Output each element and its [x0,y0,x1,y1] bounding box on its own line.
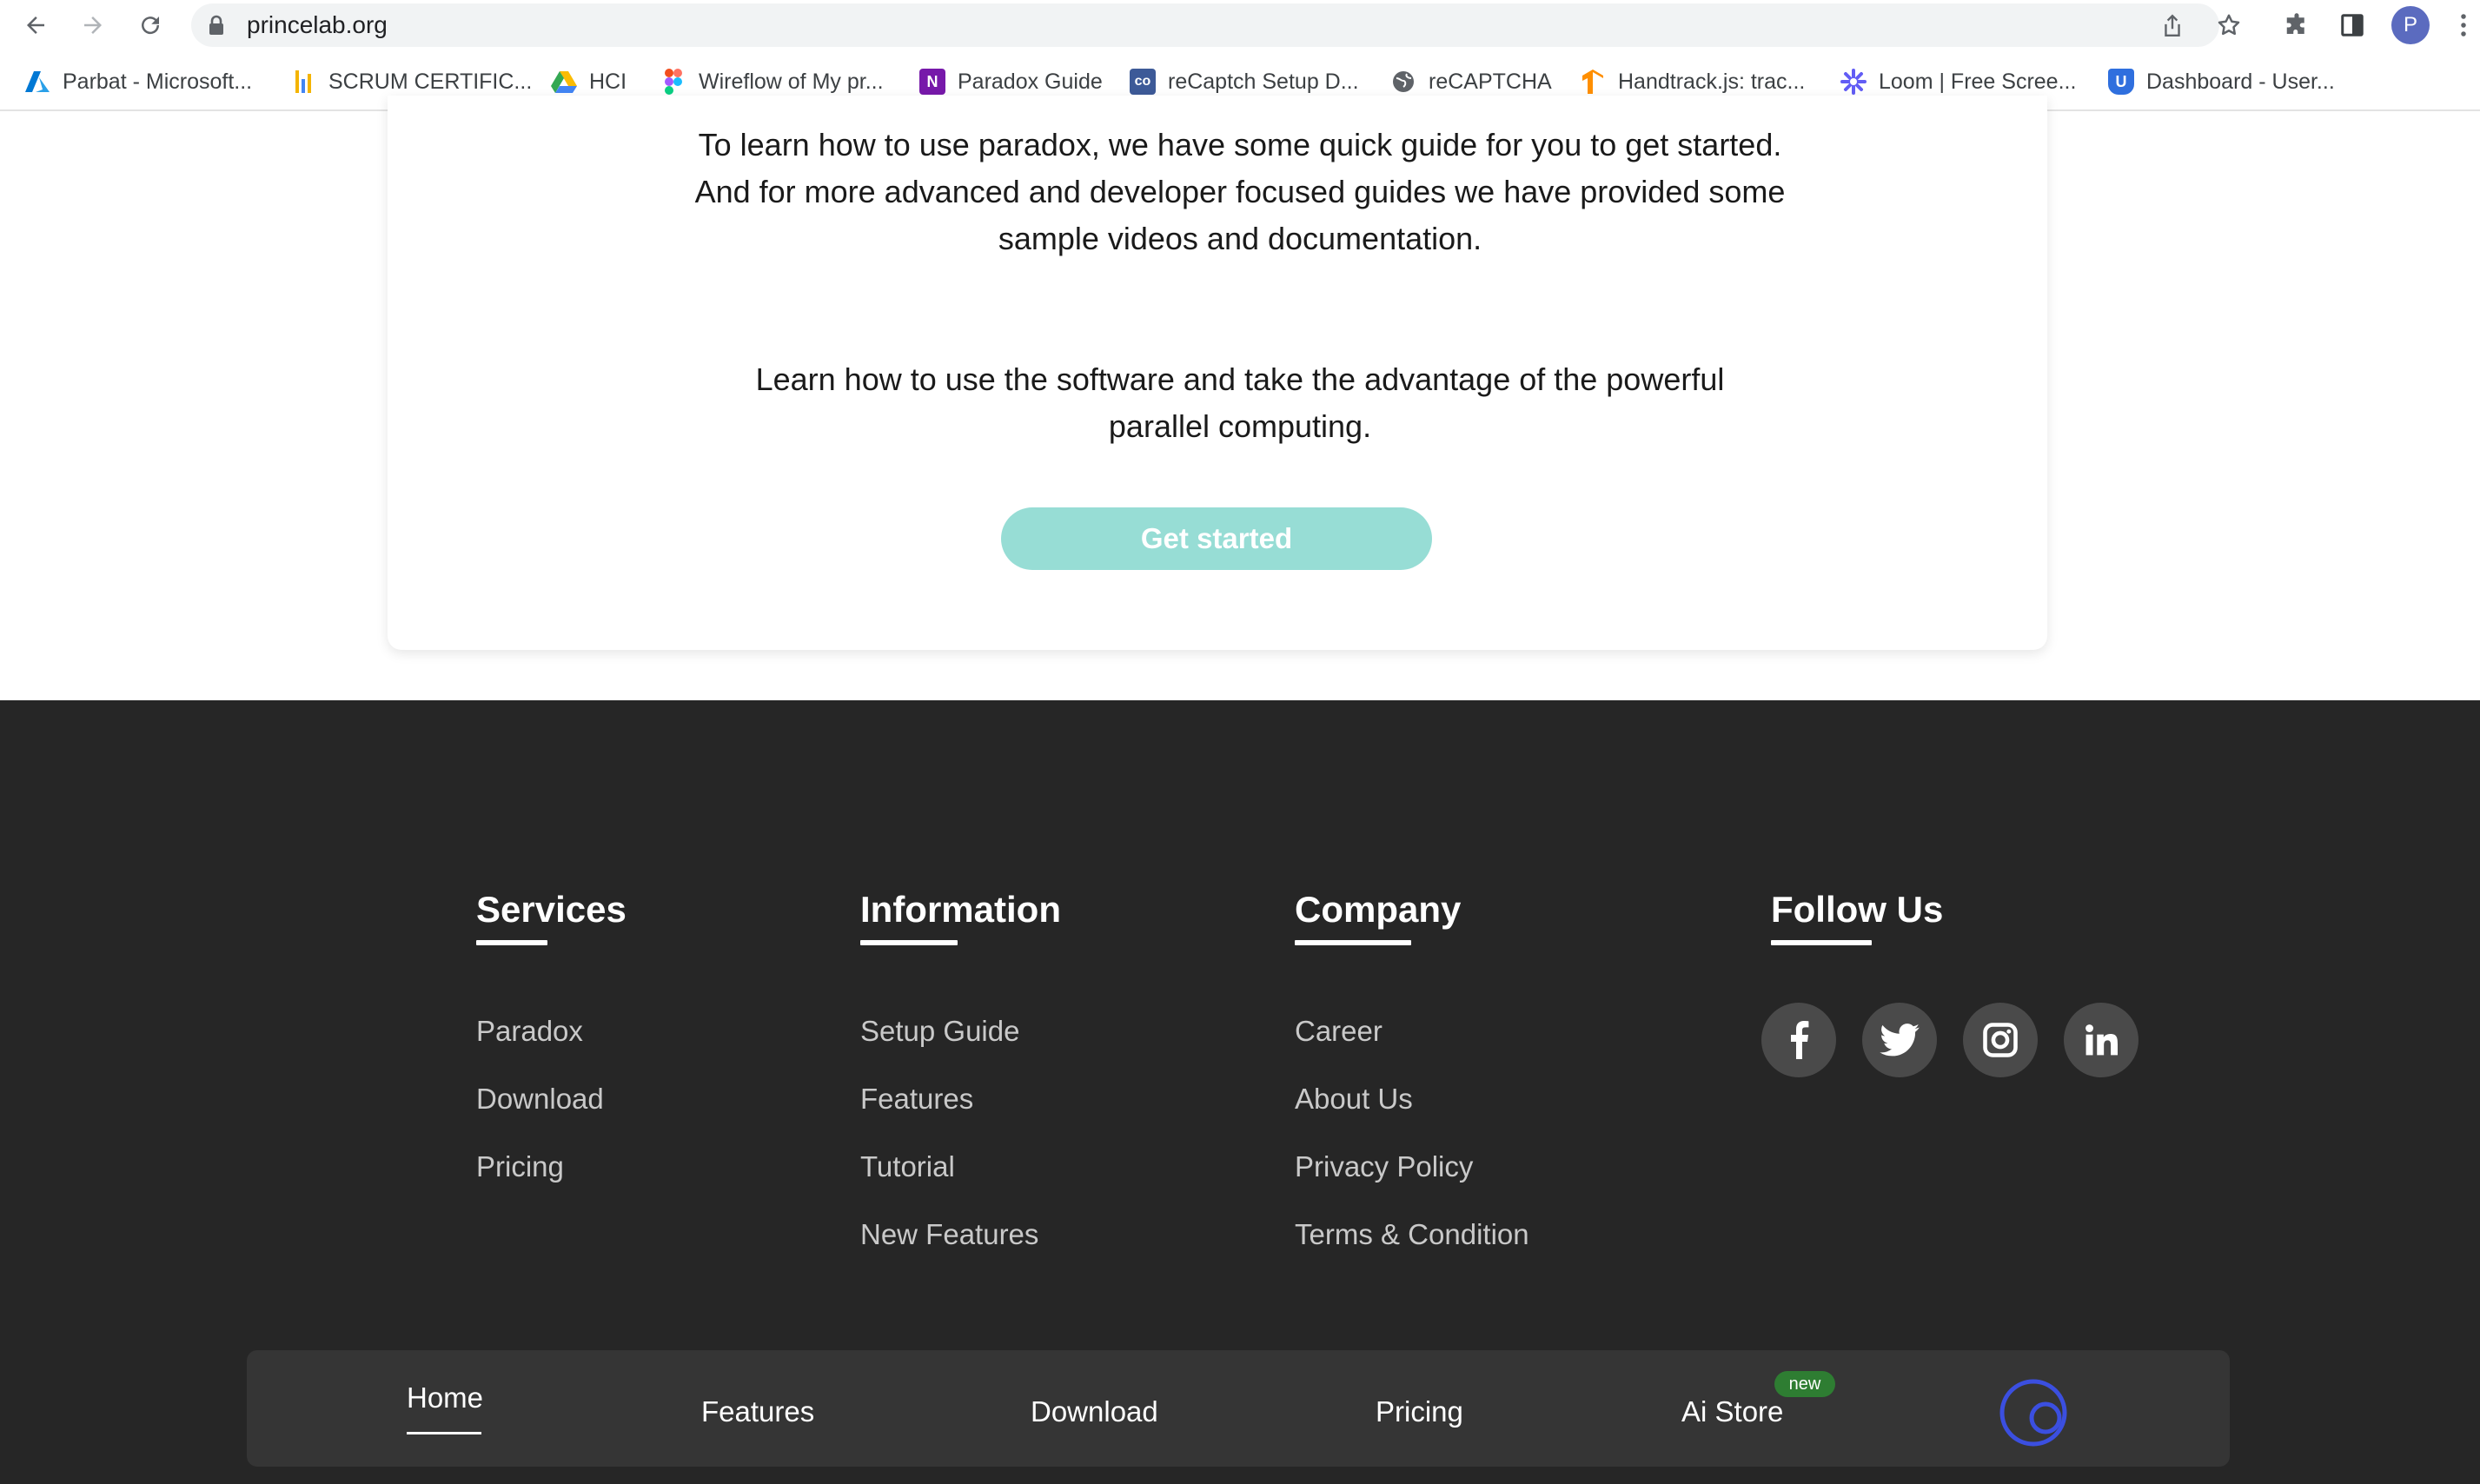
heading-underline [860,940,958,945]
bookmark-star-icon[interactable] [2212,9,2245,42]
nav-features[interactable]: Features [701,1395,814,1428]
nav-pricing[interactable]: Pricing [1376,1395,1463,1428]
footer-link-privacy-policy[interactable]: Privacy Policy [1295,1133,1529,1201]
instagram-icon[interactable] [1963,1003,2038,1077]
footer-link-about-us[interactable]: About Us [1295,1065,1529,1133]
bookmark-item[interactable]: Parbat - Microsoft... [24,66,252,97]
bookmark-label: Dashboard - User... [2146,69,2335,94]
address-bar[interactable]: princelab.org [191,3,2219,47]
intro-text-line: To learn how to use paradox, we have som… [698,127,1782,162]
link-icon: co [1130,69,1156,95]
bookmark-item[interactable]: SCRUM CERTIFIC... [290,66,532,97]
bookmark-label: Handtrack.js: trac... [1618,69,1806,94]
footer-column-company: Company Career About Us Privacy Policy T… [1295,888,1529,1269]
bookmark-label: reCAPTCHA [1429,69,1552,94]
active-nav-indicator [407,1432,481,1434]
nav-home[interactable]: Home [407,1381,483,1414]
footer-link-paradox[interactable]: Paradox [476,997,627,1065]
intro-text-line: Learn how to use the software and take t… [755,361,1725,397]
footer-link-new-features[interactable]: New Features [860,1201,1061,1269]
twitter-icon[interactable] [1862,1003,1937,1077]
bookmark-label: Wireflow of My pr... [699,69,884,94]
url-text: princelab.org [247,11,388,38]
back-arrow-icon [27,17,44,34]
footer-link-tutorial[interactable]: Tutorial [860,1133,1061,1201]
footer-link-setup-guide[interactable]: Setup Guide [860,997,1061,1065]
bookmark-label: Parbat - Microsoft... [63,69,253,94]
footer-column-information: Information Setup Guide Features Tutoria… [860,888,1061,1269]
bookmark-item[interactable]: N Paradox Guide [919,66,1103,97]
bottom-navigation [247,1350,2230,1467]
back-button[interactable] [17,7,54,43]
reload-button[interactable] [132,7,169,43]
bookmark-item[interactable]: Wireflow of My pr... [660,66,884,97]
footer-link-career[interactable]: Career [1295,997,1529,1065]
side-panel-icon[interactable] [2336,9,2369,42]
footer-column-services: Services Paradox Download Pricing [476,888,627,1201]
azure-icon [24,69,50,95]
reload-icon [142,17,160,35]
bookmark-label: HCI [589,69,627,94]
loom-icon [1840,69,1867,95]
lock-icon [207,15,226,40]
footer-heading: Follow Us [1771,889,1944,930]
tensorflow-icon [1580,69,1606,95]
bookmark-item[interactable]: U Dashboard - User... [2108,66,2335,97]
nav-download[interactable]: Download [1031,1395,1158,1428]
linkedin-icon[interactable] [2064,1003,2139,1077]
bookmark-label: reCaptch Setup D... [1168,69,1359,94]
google-drive-icon [551,69,577,95]
heading-underline [476,940,547,945]
bookmark-item[interactable]: Loom | Free Scree... [1840,66,2076,97]
footer-link-download[interactable]: Download [476,1065,627,1133]
footer-heading: Services [476,889,627,930]
intro-text-line: parallel computing. [1108,408,1372,444]
facebook-icon[interactable] [1761,1003,1836,1077]
onenote-icon: N [919,69,945,95]
forward-button[interactable] [75,7,111,43]
bookmark-label: SCRUM CERTIFIC... [328,69,533,94]
bookmark-item[interactable]: Handtrack.js: trac... [1580,66,1805,97]
chart-bars-icon [290,69,316,95]
footer-heading: Company [1295,889,1462,930]
shield-u-icon: U [2108,69,2134,95]
footer-heading: Information [860,889,1061,930]
new-badge: new [1774,1371,1835,1397]
heading-underline [1295,940,1411,945]
nav-ai-store[interactable]: Ai Store [1681,1395,1783,1428]
bookmark-item[interactable]: co reCaptch Setup D... [1130,66,1359,97]
footer-link-terms[interactable]: Terms & Condition [1295,1201,1529,1269]
globe-icon [1390,69,1416,95]
bookmark-label: Loom | Free Scree... [1879,69,2077,94]
get-started-button[interactable]: Get started [1001,507,1432,570]
figma-icon [660,69,686,95]
intro-text-line: And for more advanced and developer focu… [694,174,1786,209]
intro-text-line: sample videos and documentation. [998,221,1482,256]
bookmark-item[interactable]: reCAPTCHA [1390,66,1552,97]
forward-arrow-icon [84,17,102,34]
more-menu-icon[interactable] [2447,9,2480,42]
footer-link-pricing[interactable]: Pricing [476,1133,627,1201]
footer-column-follow: Follow Us [1771,888,1943,945]
bookmark-label: Paradox Guide [958,69,1103,94]
share-icon[interactable] [2157,10,2188,42]
profile-avatar[interactable]: P [2391,6,2430,44]
extensions-icon[interactable] [2280,9,2313,42]
browser-toolbar: princelab.org P [0,0,2480,50]
footer-link-features[interactable]: Features [860,1065,1061,1133]
bookmark-item[interactable]: HCI [551,66,627,97]
paradox-logo-icon[interactable] [1999,1376,2072,1449]
heading-underline [1771,940,1872,945]
